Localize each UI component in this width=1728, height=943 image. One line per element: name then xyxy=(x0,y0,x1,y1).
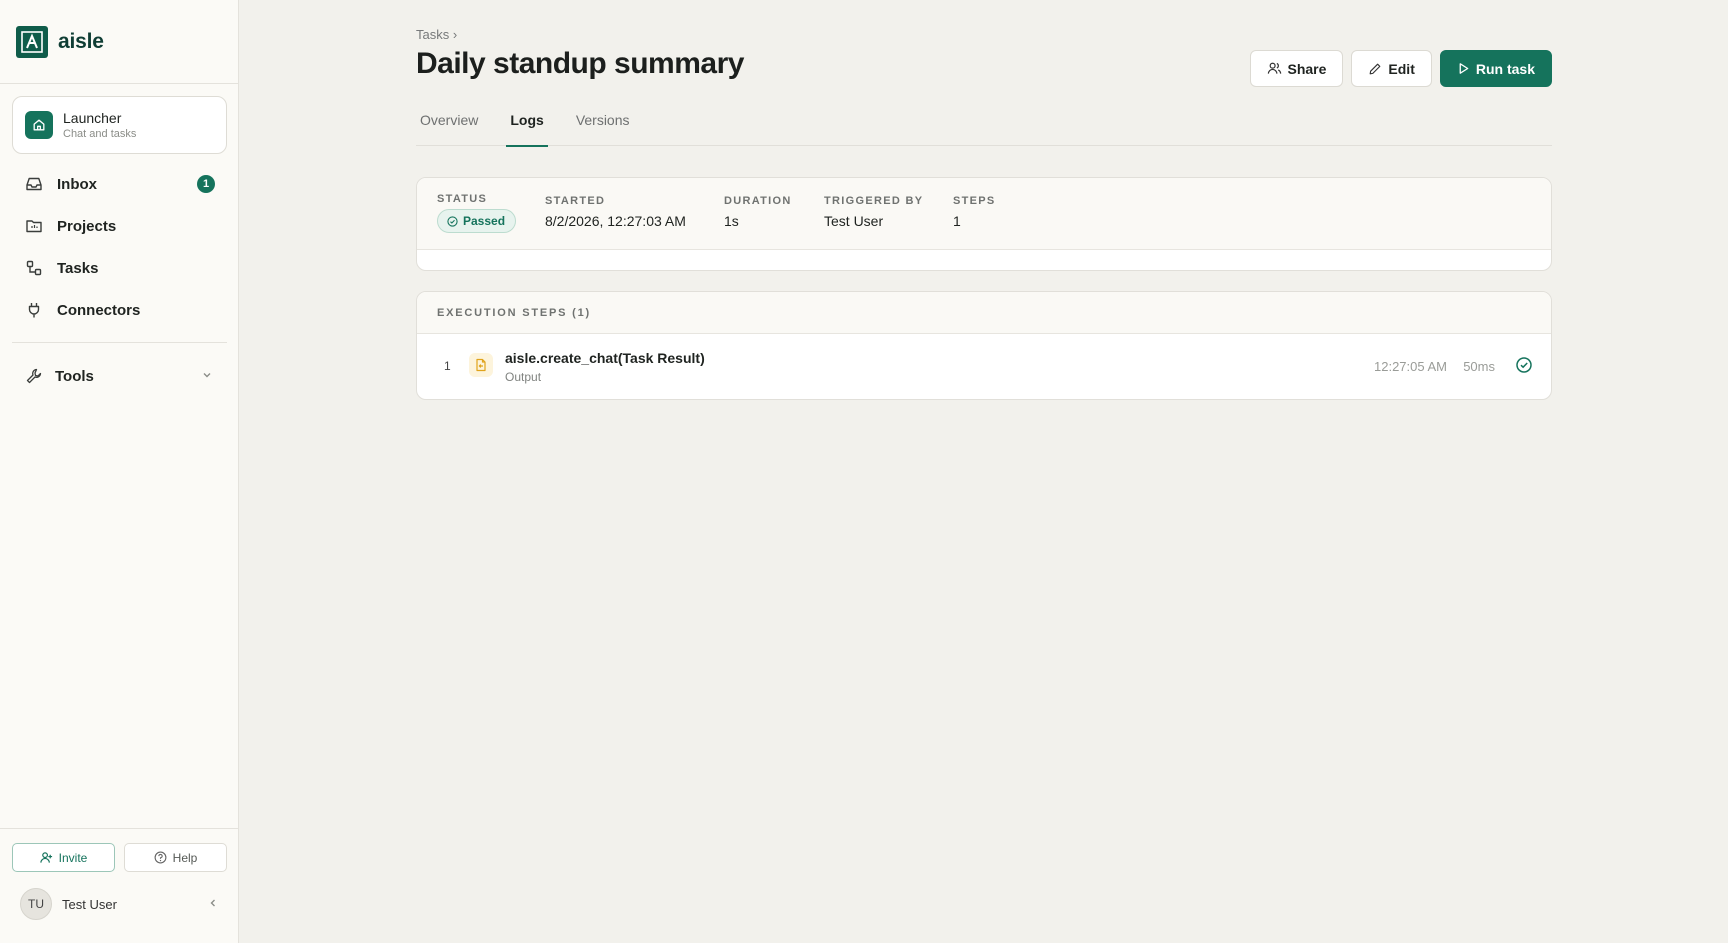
user-menu[interactable]: TU Test User xyxy=(20,888,225,920)
check-circle-icon xyxy=(1516,357,1532,373)
tasks-icon xyxy=(26,260,42,276)
launcher-button[interactable]: Launcher Chat and tasks xyxy=(12,96,227,154)
tab-logs[interactable]: Logs xyxy=(506,104,549,147)
breadcrumb[interactable]: Tasks › xyxy=(416,27,457,42)
meta-value: 1s xyxy=(724,213,739,229)
sidebar-item-projects[interactable]: Projects xyxy=(12,205,227,247)
folder-icon xyxy=(26,220,42,233)
user-name: Test User xyxy=(62,896,117,912)
meta-duration: DURATION 1s xyxy=(724,195,792,229)
launcher-title: Launcher xyxy=(63,110,122,126)
edit-label: Edit xyxy=(1388,60,1415,77)
add-user-icon xyxy=(39,852,52,863)
sidebar-item-tools[interactable]: Tools xyxy=(12,356,227,396)
home-icon xyxy=(25,111,53,139)
inbox-icon xyxy=(26,177,42,191)
chevron-left-icon[interactable] xyxy=(207,897,219,909)
list-item[interactable]: 1 aisle.create_chat(Task Result) Output … xyxy=(417,334,1551,399)
sidebar-divider xyxy=(12,342,227,343)
sidebar-item-inbox[interactable]: Inbox 1 xyxy=(12,163,227,205)
meta-label: TRIGGERED BY xyxy=(824,195,924,207)
run-summary-card: STATUS Passed STARTED 8/2/2026, 12:27:03… xyxy=(416,177,1552,271)
avatar: TU xyxy=(20,888,52,920)
execution-steps-header: EXECUTION STEPS (1) xyxy=(417,292,1551,334)
meta-value: Test User xyxy=(824,213,884,229)
sidebar-item-label: Tasks xyxy=(57,259,99,277)
share-button[interactable]: Share xyxy=(1249,50,1344,87)
tab-overview[interactable]: Overview xyxy=(416,104,482,146)
meta-label: STEPS xyxy=(953,195,996,207)
step-type: Output xyxy=(505,370,542,384)
execution-steps-card: EXECUTION STEPS (1) 1 aisle.create_chat(… xyxy=(416,291,1552,400)
share-label: Share xyxy=(1287,60,1327,77)
meta-started: STARTED 8/2/2026, 12:27:03 AM xyxy=(545,195,686,229)
status-badge: Passed xyxy=(437,209,517,233)
pencil-icon xyxy=(1370,63,1381,74)
output-file-icon xyxy=(469,353,493,377)
sidebar-item-label: Connectors xyxy=(57,301,141,319)
edit-button[interactable]: Edit xyxy=(1351,50,1432,87)
meta-value: 8/2/2026, 12:27:03 AM xyxy=(545,213,686,229)
brand-name: aisle xyxy=(58,29,104,53)
tab-bar: Overview Logs Versions xyxy=(416,104,1552,147)
play-icon xyxy=(1459,63,1469,74)
sidebar: aisle Launcher Chat and tasks Inbox 1 Pr… xyxy=(0,0,239,943)
meta-steps: STEPS 1 xyxy=(953,195,996,229)
help-icon xyxy=(154,851,167,864)
meta-label: DURATION xyxy=(724,195,792,207)
sidebar-item-label: Tools xyxy=(55,367,94,385)
check-circle-icon xyxy=(447,215,458,227)
step-duration: 50ms xyxy=(1463,359,1495,374)
tab-versions[interactable]: Versions xyxy=(572,104,634,146)
sidebar-item-tasks[interactable]: Tasks xyxy=(12,247,227,289)
sidebar-item-connectors[interactable]: Connectors xyxy=(12,289,227,331)
status-value: Passed xyxy=(463,214,506,228)
sidebar-item-label: Inbox xyxy=(57,175,97,193)
page-actions: Share Edit Run task xyxy=(1249,50,1552,87)
help-button[interactable]: Help xyxy=(124,843,227,872)
run-task-button[interactable]: Run task xyxy=(1439,50,1552,87)
plug-icon xyxy=(28,303,40,318)
help-label: Help xyxy=(172,850,198,865)
meta-triggered-by: TRIGGERED BY Test User xyxy=(824,195,923,229)
step-name: aisle.create_chat(Task Result) xyxy=(505,350,705,366)
run-task-label: Run task xyxy=(1475,60,1535,77)
sidebar-item-label: Projects xyxy=(57,217,117,235)
inbox-count-badge: 1 xyxy=(197,175,215,193)
page-title: Daily standup summary xyxy=(416,47,744,80)
brand[interactable]: aisle xyxy=(0,0,238,84)
sidebar-footer: Invite Help TU Test User xyxy=(0,828,239,943)
step-time: 12:27:05 AM xyxy=(1374,359,1447,374)
aisle-logo-icon xyxy=(16,25,48,58)
wrench-icon xyxy=(26,368,42,384)
meta-label: STATUS xyxy=(437,193,488,205)
chevron-down-icon[interactable] xyxy=(201,369,213,381)
run-summary-header: STATUS Passed STARTED 8/2/2026, 12:27:03… xyxy=(417,178,1551,250)
meta-status: STATUS Passed xyxy=(437,193,517,233)
step-index: 1 xyxy=(444,359,451,373)
meta-value: 1 xyxy=(953,213,961,229)
invite-label: Invite xyxy=(58,850,88,865)
users-icon xyxy=(1267,62,1281,74)
sidebar-nav: Inbox 1 Projects Tasks Connectors xyxy=(12,163,227,331)
launcher-subtitle: Chat and tasks xyxy=(63,128,137,140)
meta-label: STARTED xyxy=(545,195,606,207)
invite-button[interactable]: Invite xyxy=(12,843,115,872)
